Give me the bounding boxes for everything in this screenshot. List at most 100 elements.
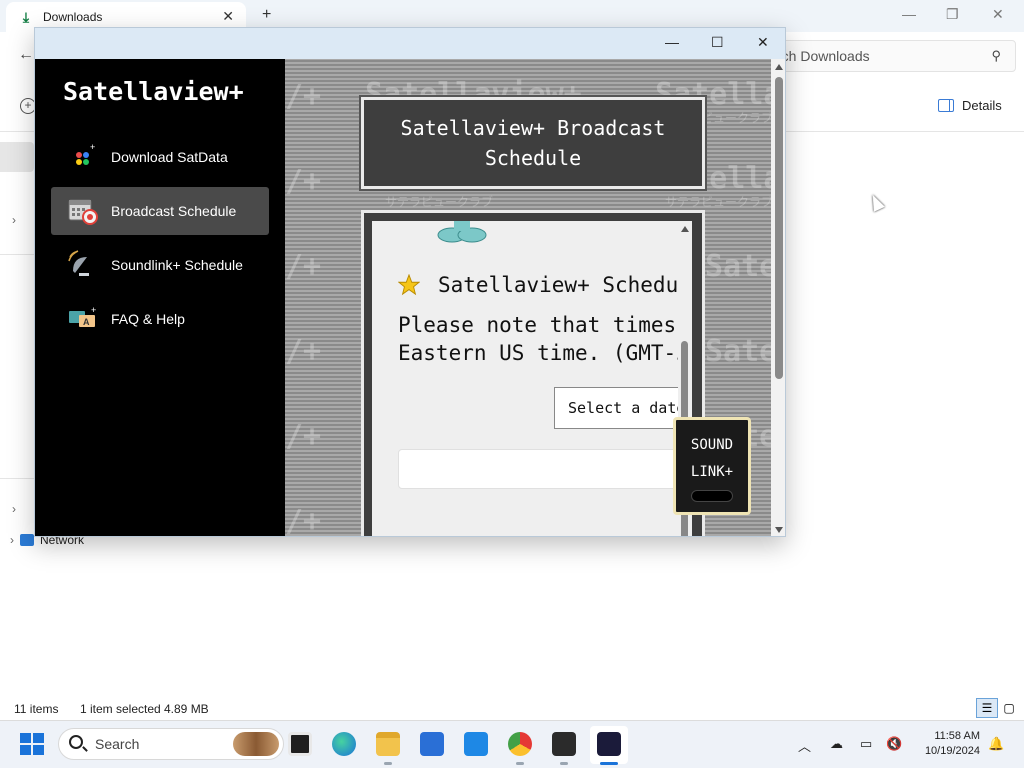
watermark-subtitle: サテラビュークラブ bbox=[385, 195, 494, 209]
network-icon bbox=[20, 534, 34, 546]
file-explorer-icon[interactable] bbox=[376, 732, 400, 756]
item-count: 11 items bbox=[14, 702, 59, 716]
chevron-right-icon[interactable]: › bbox=[12, 213, 16, 227]
tiles-view-icon: ▢ bbox=[1003, 701, 1015, 715]
satellite-dish-icon bbox=[68, 250, 89, 276]
broadcast-schedule-content: Satellaview+ サテラビュークラブ Satellaview+ サテラビ… bbox=[285, 59, 771, 537]
app-title-bar: — ☐ ✕ bbox=[35, 28, 785, 59]
close-window-icon[interactable]: ✕ bbox=[757, 34, 769, 51]
schedule-heading-text: Satellaview+ Schedule bbox=[438, 273, 692, 297]
edge-browser-icon[interactable] bbox=[332, 732, 356, 756]
chrome-browser-icon[interactable] bbox=[508, 732, 532, 756]
chevron-right-icon[interactable]: › bbox=[10, 533, 14, 547]
app-sidebar: Satellaview+ + Download SatData Broadcas… bbox=[35, 59, 285, 536]
search-icon: ⚲ bbox=[991, 48, 1001, 63]
chevron-up-icon[interactable]: ︿ bbox=[798, 736, 811, 755]
watermark-edge: /+ bbox=[285, 79, 322, 114]
sidebar-item-label: FAQ & Help bbox=[111, 311, 185, 327]
scroll-up-arrow-icon[interactable] bbox=[681, 226, 689, 232]
satellite-data-icon: + bbox=[76, 142, 95, 165]
new-tab-icon[interactable]: + bbox=[262, 6, 271, 24]
soundlink-widget-button[interactable]: SOUND LINK+ bbox=[673, 417, 751, 515]
svg-text:A: A bbox=[83, 317, 90, 327]
soundlink-toggle-icon bbox=[691, 490, 733, 502]
search-placeholder: rch Downloads bbox=[777, 48, 870, 64]
nav-selected-item[interactable] bbox=[0, 142, 34, 172]
cloud-sync-icon[interactable]: ☁ bbox=[830, 736, 843, 752]
window-scrollbar[interactable] bbox=[771, 59, 785, 536]
back-arrow-icon[interactable]: ← bbox=[18, 46, 34, 64]
close-window-icon[interactable]: ✕ bbox=[992, 6, 1004, 23]
taskbar-search-label: Search bbox=[95, 736, 140, 752]
search-highlight-icon bbox=[233, 732, 279, 756]
page-title: Satellaview+ Broadcast bbox=[400, 116, 666, 140]
sidebar-item-faq-help[interactable]: A + FAQ & Help bbox=[51, 295, 269, 343]
maximize-icon[interactable]: ☐ bbox=[711, 34, 724, 51]
satellaview-app-window: — ☐ ✕ Satellaview+ + Download SatData Br… bbox=[34, 27, 786, 537]
minimize-icon[interactable]: — bbox=[902, 6, 916, 22]
date-select-placeholder: Select a date bbox=[568, 399, 686, 417]
svg-text:+: + bbox=[90, 142, 95, 152]
restore-icon[interactable]: ❐ bbox=[946, 6, 959, 23]
calendar-clock-icon bbox=[68, 199, 98, 225]
watermark-edge: /+ bbox=[285, 419, 322, 454]
watermark-edge: /+ bbox=[285, 249, 322, 284]
mascot-feet-icon bbox=[437, 221, 487, 243]
running-indicator bbox=[384, 762, 392, 765]
sidebar-item-label: Broadcast Schedule bbox=[111, 203, 237, 219]
terminal-icon[interactable] bbox=[552, 732, 576, 756]
schedule-panel: Satellaview+ Schedule Please note that t… bbox=[361, 210, 705, 536]
app-brand-title: Satellaview+ bbox=[63, 77, 244, 106]
list-view-icon: ☰ bbox=[981, 701, 993, 715]
scroll-up-arrow-icon[interactable] bbox=[775, 64, 783, 70]
taskbar-search-box[interactable]: Search bbox=[58, 728, 284, 760]
details-pane-icon bbox=[938, 99, 954, 112]
details-label: Details bbox=[962, 98, 1002, 113]
close-tab-icon[interactable]: ✕ bbox=[222, 8, 234, 25]
soundlink-line2: LINK+ bbox=[690, 464, 734, 480]
timezone-note: Please note that times are Eastern US ti… bbox=[398, 311, 692, 367]
page-title-line2: Schedule bbox=[484, 146, 582, 170]
nav-divider bbox=[0, 254, 34, 255]
selection-status: 1 item selected bbox=[80, 702, 161, 716]
scroll-down-arrow-icon[interactable] bbox=[775, 527, 783, 533]
schedule-panel-body[interactable]: Satellaview+ Schedule Please note that t… bbox=[372, 221, 692, 536]
mouse-cursor-icon bbox=[867, 192, 885, 212]
sidebar-item-download-satdata[interactable]: + Download SatData bbox=[51, 133, 269, 181]
chevron-right-icon[interactable]: › bbox=[12, 502, 16, 516]
running-indicator bbox=[516, 762, 524, 765]
task-view-icon[interactable] bbox=[288, 732, 312, 756]
details-button[interactable]: Details bbox=[938, 98, 1002, 113]
schedule-heading: Satellaview+ Schedule bbox=[398, 273, 692, 297]
mail-icon[interactable] bbox=[464, 732, 488, 756]
minimize-icon[interactable]: — bbox=[665, 34, 679, 50]
watermark-logo: Satellaview+ bbox=[705, 249, 771, 284]
windows-start-icon[interactable] bbox=[20, 733, 44, 755]
selection-size: 4.89 MB bbox=[164, 702, 209, 716]
sidebar-item-label: Soundlink+ Schedule bbox=[111, 257, 243, 273]
watermark-edge: /+ bbox=[285, 334, 322, 369]
page-title-banner: Satellaview+ Broadcast Schedule bbox=[361, 97, 705, 189]
date-select[interactable]: Select a date bbox=[554, 387, 692, 429]
timezone-note-line1: Please note that times are bbox=[398, 313, 692, 337]
search-downloads-input[interactable]: rch Downloads ⚲ bbox=[770, 40, 1016, 72]
watermark-edge: /+ bbox=[285, 164, 322, 199]
active-indicator bbox=[600, 762, 618, 765]
sidebar-item-soundlink-schedule[interactable]: Soundlink+ Schedule bbox=[51, 241, 269, 289]
clock-date: 10/19/2024 bbox=[924, 745, 980, 757]
satellaview-app-icon[interactable] bbox=[597, 732, 621, 756]
sidebar-item-label: Download SatData bbox=[111, 149, 228, 165]
search-icon bbox=[69, 735, 83, 749]
notification-bell-icon[interactable]: 🔔 bbox=[988, 736, 1004, 752]
sidebar-item-broadcast-schedule[interactable]: Broadcast Schedule bbox=[51, 187, 269, 235]
system-clock[interactable]: 11:58 AM 10/19/2024 bbox=[912, 729, 980, 759]
timezone-note-line2: Eastern US time. (GMT-5) bbox=[398, 341, 692, 365]
clock-time: 11:58 AM bbox=[934, 730, 980, 742]
display-network-icon[interactable]: ▭ bbox=[860, 736, 872, 752]
details-view-button[interactable]: ☰ bbox=[976, 698, 998, 718]
scroll-thumb[interactable] bbox=[775, 77, 783, 379]
tiles-view-button[interactable]: ▢ bbox=[998, 698, 1020, 718]
volume-muted-icon[interactable]: 🔇 bbox=[886, 736, 902, 752]
watermark-edge: /+ bbox=[285, 504, 322, 537]
microsoft-store-icon[interactable] bbox=[420, 732, 444, 756]
